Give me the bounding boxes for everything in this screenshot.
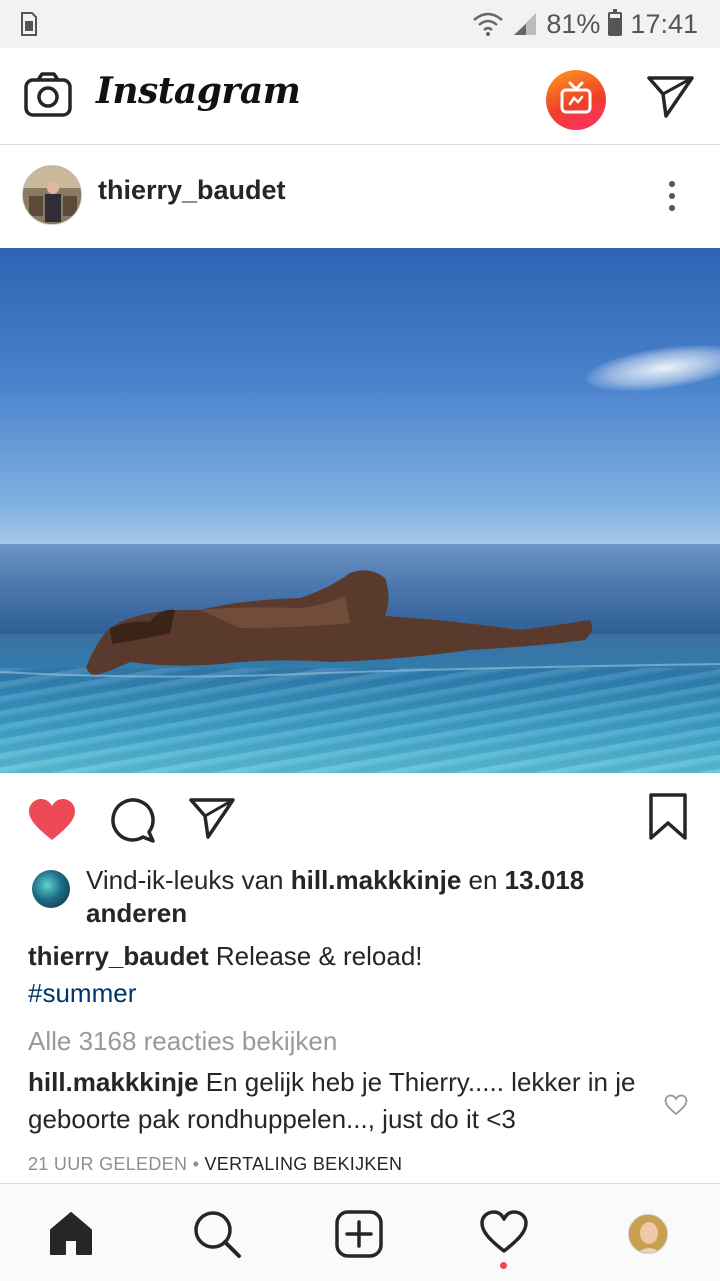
comment-meta: 21 UUR GELEDEN • VERTALING BEKIJKEN [28,1154,402,1175]
instagram-logo: Instagram [96,70,301,112]
wifi-icon [473,12,504,36]
sim-card-icon [21,12,37,36]
post-image[interactable] [0,248,720,773]
search-icon[interactable] [192,1209,242,1259]
post-header: thierry_baudet [0,145,720,247]
igtv-button[interactable] [546,70,606,130]
liker-username[interactable]: hill.makkkinje [291,865,462,895]
meta-separator: • [192,1154,200,1174]
status-indicators: 81% 17:41 [472,8,698,40]
caption-hashtag[interactable]: #summer [28,978,136,1008]
translate-link[interactable]: VERTALING BEKIJKEN [204,1154,402,1174]
comment-username[interactable]: hill.makkkinje [28,1067,199,1097]
comment-like-icon[interactable] [664,1094,688,1116]
profile-avatar-image [629,1215,667,1253]
camera-icon[interactable] [24,72,72,118]
battery-fill [610,17,621,34]
profile-avatar[interactable] [628,1214,668,1254]
battery-percentage: 81% [546,8,601,39]
caption-username[interactable]: thierry_baudet [28,941,209,971]
notification-dot [500,1262,507,1269]
caption-text: Release & reload! [215,941,423,971]
comment-time: 21 UUR GELEDEN [28,1154,188,1174]
like-heart-icon[interactable] [27,798,77,842]
liker-avatar [32,870,70,908]
post-username[interactable]: thierry_baudet [98,175,286,206]
photo-figure [0,570,720,678]
post-caption: thierry_baudet Release & reload! #summer [28,938,688,1012]
activity-heart-icon[interactable] [480,1210,528,1254]
share-icon[interactable] [188,797,236,839]
more-options-icon[interactable] [655,175,689,215]
signal-icon [514,13,537,35]
bottom-navigation [0,1183,720,1281]
likes-prefix: Vind-ik-leuks van [86,865,284,895]
battery-icon [608,9,623,36]
user-avatar-image [23,166,81,224]
direct-message-icon[interactable] [646,74,696,118]
home-icon[interactable] [48,1210,94,1256]
comment: hill.makkkinje En gelijk heb je Thierry.… [28,1064,648,1138]
user-avatar[interactable] [22,165,82,225]
comment-icon[interactable] [108,796,156,844]
view-all-comments-link[interactable]: Alle 3168 reacties bekijken [28,1026,337,1057]
app-header: Instagram [0,48,720,145]
likes-suffix[interactable]: anderen [86,898,187,928]
clock: 17:41 [630,8,698,39]
igtv-icon [560,81,592,114]
more-dot [669,205,675,211]
more-dot [669,181,675,187]
likes-count[interactable]: 13.018 [505,865,585,895]
likes-joiner: en [468,865,498,895]
new-post-icon[interactable] [335,1210,383,1258]
more-dot [669,193,675,199]
status-bar: 81% 17:41 [0,0,720,48]
likes-text: Vind-ik-leuks van hill.makkkinje en 13.0… [86,864,646,930]
bookmark-icon[interactable] [648,793,688,841]
